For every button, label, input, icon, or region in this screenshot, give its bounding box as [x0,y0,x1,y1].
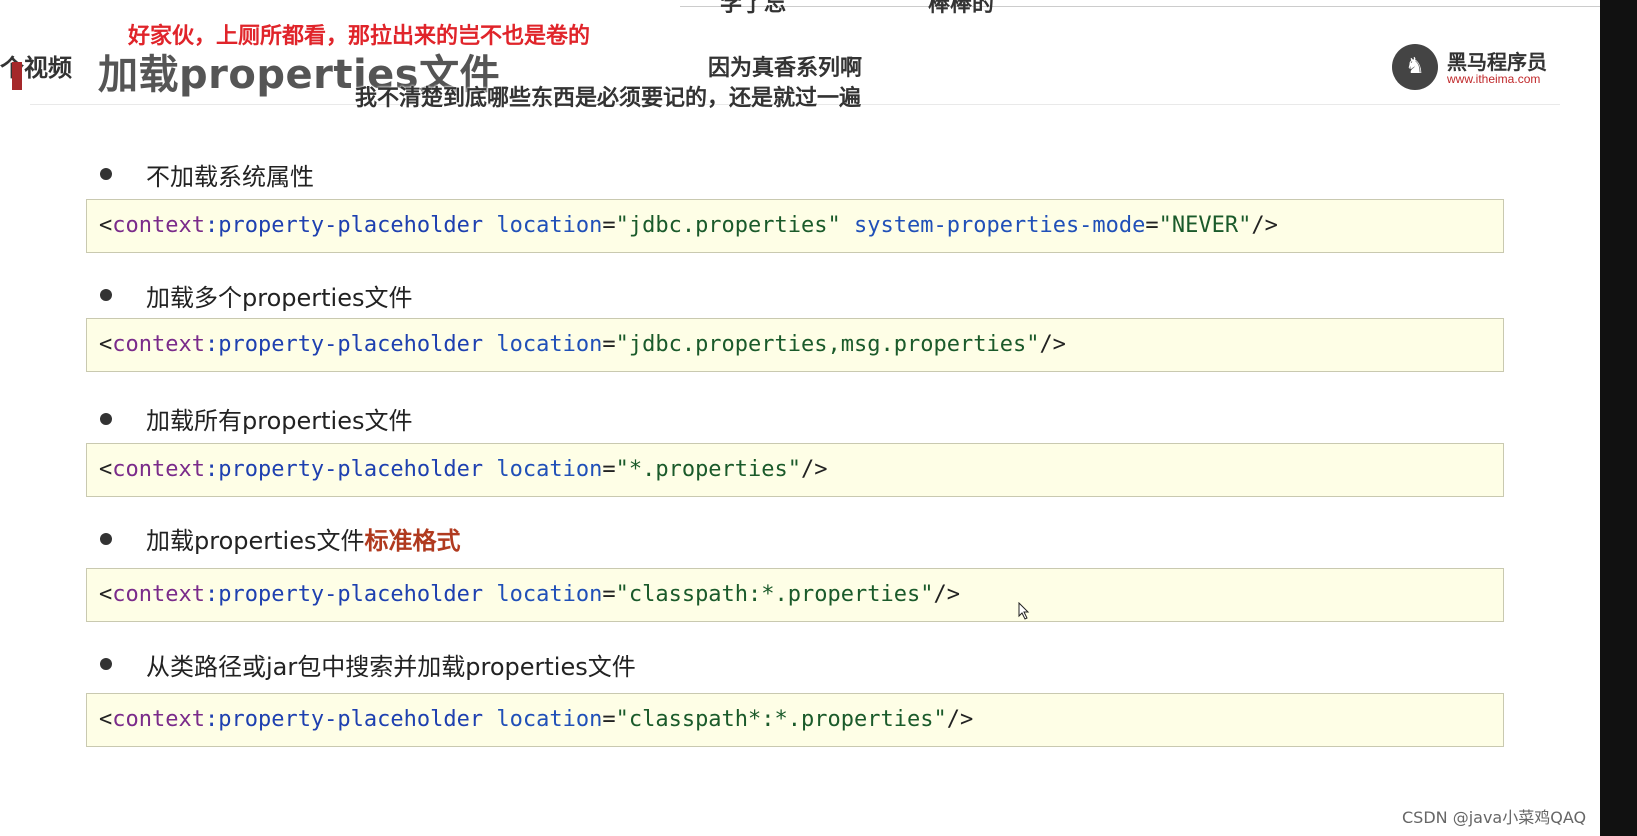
code-line: <context:property-placeholder location="… [99,582,960,607]
code-value-location: "jdbc.properties" [615,213,841,238]
video-top-divider [680,6,1600,7]
code-colon: : [204,582,219,607]
bullet-icon [100,289,112,301]
itheima-horse-icon: ♞ [1392,44,1438,90]
item-label: 加载多个properties文件 [146,278,412,313]
danmaku-line-1: 因为真香系列啊 [708,56,863,81]
code-open-bracket: < [99,707,113,732]
bullet-icon [100,533,112,545]
code-tag-prefix: context [112,457,205,482]
item-label-text: 加载多个properties文件 [146,284,413,312]
code-attr-location: location [496,332,603,357]
code-attr-location: location [496,582,603,607]
code-block: <context:property-placeholder location="… [86,199,1504,253]
mouse-cursor-icon [1018,602,1030,620]
code-open-bracket: < [99,213,113,238]
code-value-location: "classpath*:*.properties" [615,707,947,732]
item-label-text: 加载所有properties文件 [146,407,413,435]
danmaku-top-2: 棒棒的 [928,0,995,17]
danmaku-top-1: 学了忘 [720,0,787,17]
code-colon: : [204,332,219,357]
logo-url: www.itheima.com [1447,72,1541,86]
code-block: <context:property-placeholder location="… [86,693,1504,747]
code-close-bracket: /> [801,457,828,482]
code-attr-location: location [496,707,603,732]
code-tag-prefix: context [112,707,205,732]
bullet-icon [100,168,112,180]
item-label: 加载所有properties文件 [146,401,412,436]
csdn-watermark: CSDN @java小菜鸡QAQ [1402,808,1587,827]
code-tag-prefix: context [112,582,205,607]
left-cut-text: 个视频 [0,54,72,82]
code-close-bracket: /> [1039,332,1066,357]
danmaku-line-2: 我不清楚到底哪些东西是必须要记的，还是就过一遍 [355,86,862,111]
code-value-location: "classpath:*.properties" [615,582,934,607]
item-label: 不加载系统属性 [146,157,314,192]
code-tag-name: property-placeholder [218,213,484,238]
code-value-location: "jdbc.properties,msg.properties" [615,332,1040,357]
code-attr-location: location [496,457,603,482]
code-close-bracket: /> [1251,213,1278,238]
video-side-strip [1600,0,1637,836]
item-label-text: 从类路径或jar包中搜索并加载properties文件 [146,653,636,681]
item-label-text: 不加载系统属性 [146,163,314,191]
item-label: 加载properties文件标准格式 [146,521,460,556]
code-close-bracket: /> [933,582,960,607]
danmaku-red: 好家伙，上厕所都看，那拉出来的岂不也是卷的 [128,24,591,49]
code-line: <context:property-placeholder location="… [99,707,974,732]
code-tag-name: property-placeholder [218,332,484,357]
code-tag-name: property-placeholder [218,582,484,607]
bullet-icon [100,413,112,425]
code-close-bracket: /> [946,707,974,732]
code-value-mode: "NEVER" [1158,213,1252,238]
code-tag-name: property-placeholder [218,707,484,732]
code-block: <context:property-placeholder location="… [86,443,1504,497]
slide: 学了忘 棒棒的 个视频 加载properties文件 好家伙，上厕所都看，那拉出… [0,0,1600,836]
item-label-text: 加载properties文件 [146,527,365,555]
title-accent-mark [12,62,22,90]
code-tag-prefix: context [112,332,205,357]
code-block: <context:property-placeholder location="… [86,318,1504,372]
code-line: <context:property-placeholder location="… [99,457,828,482]
brand-logo: ♞ 黑马程序员 www.itheima.com [1392,44,1562,94]
bullet-icon [100,658,112,670]
code-tag-name: property-placeholder [218,457,484,482]
code-open-bracket: < [99,332,113,357]
code-open-bracket: < [99,457,113,482]
code-block: <context:property-placeholder location="… [86,568,1504,622]
code-line: <context:property-placeholder location="… [99,213,1278,238]
code-attr-location: location [496,213,603,238]
code-attr-mode: system-properties-mode [854,213,1146,238]
code-colon: : [204,707,219,732]
code-open-bracket: < [99,582,113,607]
code-line: <context:property-placeholder location="… [99,332,1066,357]
code-colon: : [204,213,219,238]
code-tag-prefix: context [112,213,205,238]
logo-name: 黑马程序员 [1447,50,1547,74]
code-value-location: "*.properties" [615,457,802,482]
item-label-highlight: 标准格式 [364,527,461,555]
code-colon: : [204,457,219,482]
item-label: 从类路径或jar包中搜索并加载properties文件 [146,647,636,682]
